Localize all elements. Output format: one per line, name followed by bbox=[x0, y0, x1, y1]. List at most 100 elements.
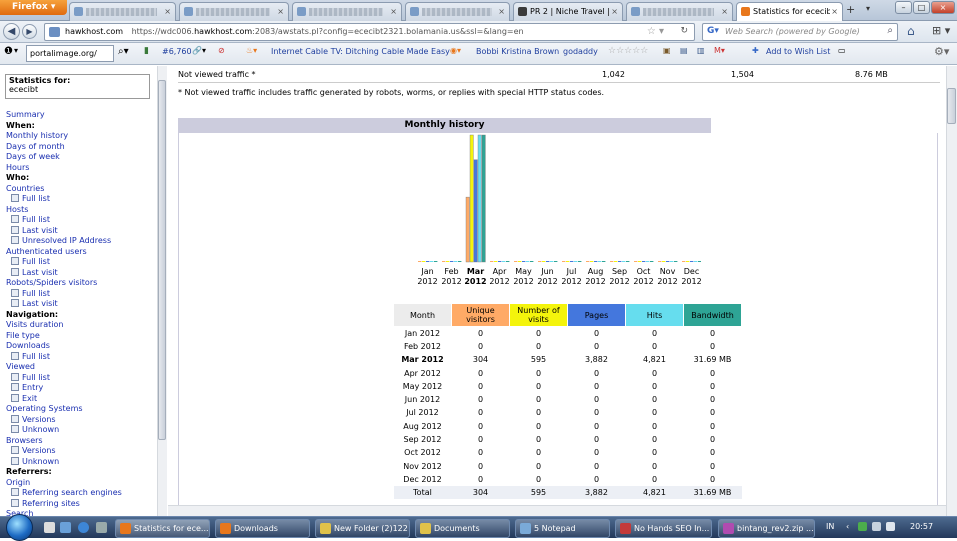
home-icon[interactable]: ⌂ bbox=[907, 24, 915, 38]
sidebar-item[interactable]: Days of month bbox=[6, 142, 122, 153]
taskbar-button[interactable]: Downloads bbox=[215, 519, 310, 538]
close-tab-icon[interactable]: × bbox=[277, 7, 284, 16]
sidebar-item[interactable]: Days of week bbox=[6, 152, 122, 163]
taskbar-button[interactable]: New Folder (2)122 bbox=[315, 519, 410, 538]
quicklaunch-show-desktop-icon[interactable] bbox=[44, 522, 55, 533]
sidebar-subitem[interactable]: Versions bbox=[6, 415, 122, 426]
taskbar-button[interactable]: Statistics for ece... bbox=[115, 519, 210, 538]
sidebar-subitem[interactable]: Unknown bbox=[6, 457, 122, 468]
bookmark-link-bobbi[interactable]: Bobbi Kristina Brown bbox=[476, 47, 559, 56]
sidebar-subitem[interactable]: Full list bbox=[6, 215, 122, 226]
taskbar-button[interactable]: Documents bbox=[415, 519, 510, 538]
add-to-wish-list-link[interactable]: Add to Wish List bbox=[766, 47, 830, 56]
bookmark-link-cable-tv[interactable]: Internet Cable TV: Ditching Cable Made E… bbox=[271, 47, 450, 56]
forward-icon[interactable]: ▶ bbox=[22, 24, 37, 39]
sidebar-subitem[interactable]: Referring search engines bbox=[6, 488, 122, 499]
rank-count[interactable]: #6,760 bbox=[162, 47, 192, 56]
addon-logo-icon[interactable]: ❶ bbox=[4, 46, 13, 57]
tab-statistics-active[interactable]: Statistics for ececibt...× bbox=[736, 2, 843, 22]
sidebar-subitem[interactable]: Referring sites bbox=[6, 499, 122, 510]
taskbar-button[interactable]: bintang_rev2.zip ... bbox=[718, 519, 815, 538]
list-tabs-icon[interactable]: ▾ bbox=[866, 4, 870, 13]
new-tab-button[interactable]: + bbox=[846, 3, 855, 16]
sidebar-subitem[interactable]: Versions bbox=[6, 446, 122, 457]
fire-icon[interactable]: ♨▾ bbox=[246, 46, 257, 55]
tab-4[interactable]: × bbox=[405, 2, 510, 21]
sidebar-subitem[interactable]: Last visit bbox=[6, 299, 122, 310]
tray-expand-icon[interactable]: ‹ bbox=[846, 522, 849, 531]
sidebar-subitem[interactable]: Unresolved IP Address bbox=[6, 236, 122, 247]
sidebar-subitem[interactable]: Unknown bbox=[6, 425, 122, 436]
sidebar-subitem[interactable]: Full list bbox=[6, 194, 122, 205]
maximize-icon[interactable]: □ bbox=[913, 1, 930, 14]
image-icon[interactable]: ▭ bbox=[838, 46, 846, 55]
book-icon[interactable]: ▣ bbox=[663, 46, 671, 55]
network-icon[interactable] bbox=[858, 522, 867, 531]
tab-1[interactable]: × bbox=[69, 2, 176, 21]
close-window-icon[interactable]: × bbox=[931, 1, 955, 14]
start-button-icon[interactable] bbox=[6, 514, 33, 541]
search-field[interactable]: G▾ Web Search (powered by Google) ⌕ bbox=[702, 23, 898, 41]
mail-icon[interactable]: M▾ bbox=[714, 46, 725, 55]
reload-icon[interactable]: ↻ bbox=[680, 26, 688, 36]
portal-input[interactable]: portalimage.org/ bbox=[26, 45, 114, 62]
noscript-icon[interactable]: ⊘ bbox=[218, 46, 225, 55]
firefox-menu-button[interactable]: Firefox ▾ bbox=[0, 0, 67, 15]
page-scrollbar[interactable] bbox=[946, 66, 957, 516]
sidebar-item[interactable]: Browsers bbox=[6, 436, 122, 447]
link-icon[interactable]: 🔗▾ bbox=[192, 46, 206, 55]
back-icon[interactable]: ◀ bbox=[3, 23, 20, 40]
settings-gear-icon[interactable]: ⚙▾ bbox=[934, 45, 949, 58]
sidebar-item[interactable]: Robots/Spiders visitors bbox=[6, 278, 122, 289]
rating-stars-icon[interactable]: ☆☆☆☆☆ bbox=[608, 46, 648, 56]
sidebar-subitem[interactable]: Full list bbox=[6, 352, 122, 363]
taskbar-button[interactable]: No Hands SEO In... bbox=[615, 519, 712, 538]
tab-3[interactable]: × bbox=[292, 2, 402, 21]
sidebar-item[interactable]: Hours bbox=[6, 163, 122, 174]
sidebar-item[interactable]: Summary bbox=[6, 110, 122, 121]
taskbar-button[interactable]: 5 Notepad bbox=[515, 519, 610, 538]
tab-5[interactable]: PR 2 | Niche Travel |... × bbox=[513, 2, 623, 21]
bookmark-link-godaddy[interactable]: godaddy bbox=[563, 47, 598, 56]
sidebar-item[interactable]: Hosts bbox=[6, 205, 122, 216]
bookmark-star-icon[interactable]: ☆ ▾ bbox=[647, 26, 664, 37]
close-tab-icon[interactable]: × bbox=[611, 7, 618, 16]
google-search-icon[interactable]: G▾ bbox=[707, 26, 719, 36]
minimize-icon[interactable]: – bbox=[895, 1, 912, 14]
sidebar-subitem[interactable]: Full list bbox=[6, 289, 122, 300]
toolbar-menu-icon[interactable]: ⊞ ▾ bbox=[932, 24, 950, 37]
sidebar-item[interactable]: Viewed bbox=[6, 362, 122, 373]
sidebar-subitem[interactable]: Full list bbox=[6, 373, 122, 384]
sidebar-item[interactable]: Countries bbox=[6, 184, 122, 195]
search-icon[interactable]: ⌕ bbox=[887, 25, 893, 36]
sidebar-subitem[interactable]: Last visit bbox=[6, 268, 122, 279]
url-bar[interactable]: hawkhost.com https://wdc006.hawkhost.com… bbox=[44, 23, 695, 41]
sidebar-scroll-thumb[interactable] bbox=[158, 80, 166, 440]
sidebar-subitem[interactable]: Entry bbox=[6, 383, 122, 394]
quicklaunch-folder-icon[interactable] bbox=[96, 522, 107, 533]
sidebar-item[interactable]: Monthly history bbox=[6, 131, 122, 142]
volume-icon[interactable] bbox=[886, 522, 895, 531]
feed-icon[interactable]: ◉▾ bbox=[450, 46, 461, 55]
tab-2[interactable]: × bbox=[179, 2, 289, 21]
sidebar-item[interactable]: Authenticated users bbox=[6, 247, 122, 258]
close-tab-icon[interactable]: × bbox=[390, 7, 397, 16]
close-tab-icon[interactable]: × bbox=[831, 7, 838, 16]
search-icon[interactable]: ⌕▾ bbox=[118, 46, 129, 57]
language-indicator[interactable]: IN bbox=[826, 522, 834, 531]
sidebar-subitem[interactable]: Full list bbox=[6, 257, 122, 268]
sidebar-subitem[interactable]: Last visit bbox=[6, 226, 122, 237]
document-icon[interactable]: ▤ bbox=[680, 46, 688, 55]
flag-icon[interactable] bbox=[872, 522, 881, 531]
clock[interactable]: 20:57 bbox=[910, 522, 933, 531]
close-tab-icon[interactable]: × bbox=[721, 7, 728, 16]
sidebar-item[interactable]: Visits duration bbox=[6, 320, 122, 331]
close-tab-icon[interactable]: × bbox=[498, 7, 505, 16]
sidebar-item[interactable]: Origin bbox=[6, 478, 122, 489]
sidebar-item[interactable]: Downloads bbox=[6, 341, 122, 352]
sidebar-item[interactable]: File type bbox=[6, 331, 122, 342]
dropdown-icon[interactable]: ▾ bbox=[14, 46, 18, 55]
page-scroll-thumb[interactable] bbox=[947, 88, 956, 124]
close-tab-icon[interactable]: × bbox=[164, 7, 171, 16]
quicklaunch-explorer-icon[interactable] bbox=[60, 522, 71, 533]
